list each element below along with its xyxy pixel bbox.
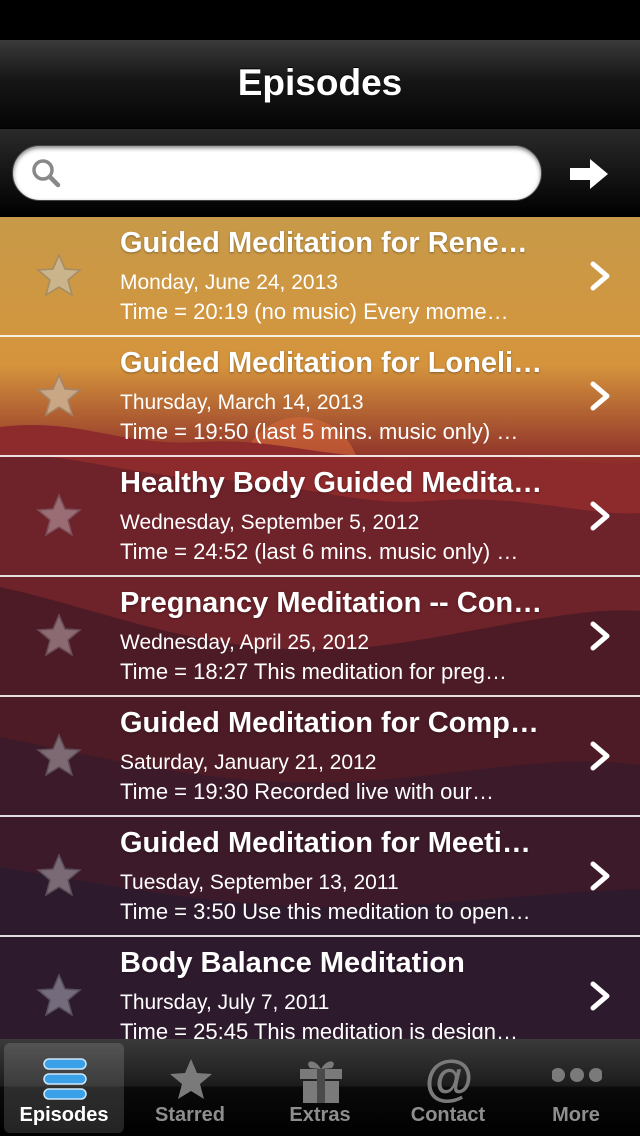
chevron-right-icon	[590, 381, 610, 411]
tab-episodes[interactable]: Episodes	[4, 1043, 124, 1133]
tab-extras[interactable]: Extras	[260, 1043, 380, 1133]
star-icon[interactable]	[36, 613, 82, 657]
tab-bar: Episodes Starred Extras @ Contact More	[0, 1039, 640, 1136]
episode-row[interactable]: Pregnancy Meditation -- Con… Wednesday, …	[0, 577, 640, 697]
search-icon	[32, 159, 61, 188]
chevron-right-icon	[590, 981, 610, 1011]
episode-date: Thursday, March 14, 2013	[120, 391, 364, 414]
episode-row[interactable]: Body Balance Meditation Thursday, July 7…	[0, 937, 640, 1039]
episode-description: Time = 3:50 Use this meditation to open…	[120, 899, 531, 924]
search-bar	[0, 129, 640, 217]
search-field[interactable]	[12, 145, 542, 201]
episode-date: Wednesday, September 5, 2012	[120, 511, 420, 534]
episode-title: Pregnancy Meditation -- Con…	[120, 587, 543, 619]
episode-row[interactable]: Guided Meditation for Loneli… Thursday, …	[0, 337, 640, 457]
star-icon[interactable]	[36, 853, 82, 897]
page-title: Episodes	[237, 62, 403, 103]
episode-description: Time = 19:30 Recorded live with our…	[120, 779, 494, 804]
episode-row[interactable]: Healthy Body Guided Medita… Wednesday, S…	[0, 457, 640, 577]
star-icon[interactable]	[36, 733, 82, 777]
episode-description: Time = 18:27 This meditation for preg…	[120, 659, 508, 684]
more-dots-icon	[552, 1068, 602, 1082]
star-icon[interactable]	[36, 253, 82, 297]
star-icon[interactable]	[36, 373, 82, 417]
tab-more[interactable]: More	[516, 1043, 636, 1133]
tab-label: Starred	[154, 1104, 226, 1126]
episode-description: Time = 25:45 This meditation is design…	[120, 1019, 519, 1039]
episode-description: Time = 19:50 (last 5 mins. music only) …	[120, 419, 519, 444]
episode-title: Healthy Body Guided Medita…	[120, 467, 543, 499]
episode-title: Guided Meditation for Loneli…	[120, 347, 543, 379]
tab-contact[interactable]: @ Contact	[388, 1043, 508, 1133]
svg-text:@: @	[425, 1053, 474, 1105]
status-bar	[0, 0, 640, 40]
episode-title: Body Balance Meditation	[120, 947, 465, 979]
episode-row[interactable]: Guided Meditation for Rene… Monday, June…	[0, 217, 640, 337]
episode-title: Guided Meditation for Rene…	[120, 227, 528, 259]
episode-description: Time = 24:52 (last 6 mins. music only) …	[120, 539, 519, 564]
star-icon[interactable]	[36, 493, 82, 537]
episode-row[interactable]: Guided Meditation for Comp… Saturday, Ja…	[0, 697, 640, 817]
episode-date: Tuesday, September 13, 2011	[120, 871, 399, 894]
chevron-right-icon	[590, 861, 610, 891]
star-icon[interactable]	[36, 973, 82, 1017]
episode-date: Monday, June 24, 2013	[120, 271, 338, 294]
episode-title: Guided Meditation for Meeti…	[120, 827, 531, 859]
chevron-right-icon	[590, 261, 610, 291]
episode-date: Thursday, July 7, 2011	[120, 991, 330, 1014]
episode-description: Time = 20:19 (no music) Every mome…	[120, 299, 509, 324]
tab-label: Contact	[410, 1104, 486, 1126]
navigation-bar: Episodes	[0, 40, 640, 129]
gift-icon	[300, 1061, 342, 1103]
episode-title: Guided Meditation for Comp…	[120, 707, 539, 739]
search-input[interactable]	[73, 154, 527, 194]
episode-date: Wednesday, April 25, 2012	[120, 631, 370, 654]
tab-starred[interactable]: Starred	[130, 1043, 250, 1133]
star-icon	[170, 1059, 212, 1099]
episode-row[interactable]: Guided Meditation for Meeti… Tuesday, Se…	[0, 817, 640, 937]
go-arrow-button[interactable]	[564, 153, 614, 195]
chevron-right-icon	[590, 741, 610, 771]
chevron-right-icon	[590, 621, 610, 651]
tab-label: More	[552, 1104, 600, 1126]
episode-date: Saturday, January 21, 2012	[120, 751, 377, 774]
at-sign-icon: @	[425, 1053, 474, 1105]
tab-label: Extras	[289, 1104, 351, 1126]
tab-label: Episodes	[19, 1104, 109, 1126]
episode-list[interactable]: Guided Meditation for Rene… Monday, June…	[0, 217, 640, 1039]
chevron-right-icon	[590, 501, 610, 531]
episodes-list-icon	[43, 1058, 87, 1100]
